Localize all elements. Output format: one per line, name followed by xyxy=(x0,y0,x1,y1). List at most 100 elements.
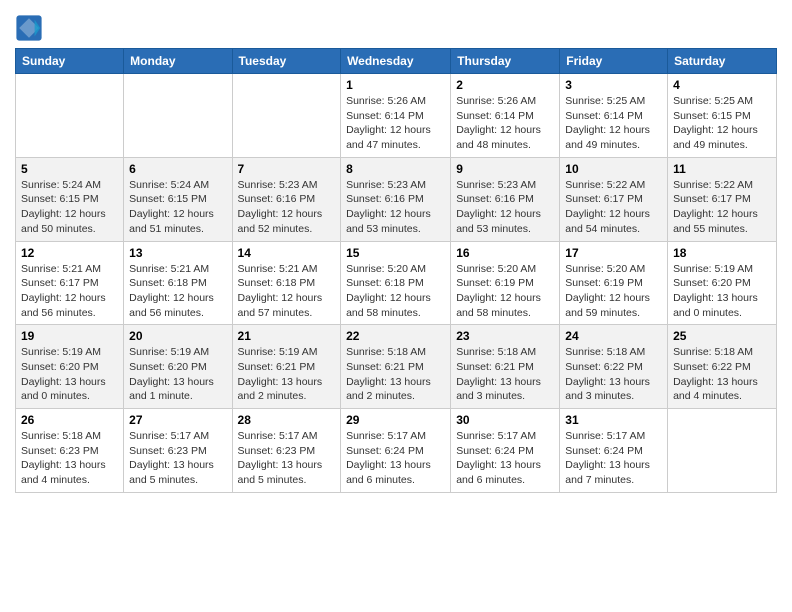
weekday-header: Sunday xyxy=(16,49,124,74)
calendar-cell: 7 Sunrise: 5:23 AM Sunset: 6:16 PM Daylig… xyxy=(232,157,341,241)
day-number: 28 xyxy=(238,413,336,427)
calendar-cell: 27 Sunrise: 5:17 AM Sunset: 6:23 PM Dayli… xyxy=(124,409,232,493)
day-number: 22 xyxy=(346,329,445,343)
calendar-cell: 24 Sunrise: 5:18 AM Sunset: 6:22 PM Dayli… xyxy=(560,325,668,409)
cell-content: Sunrise: 5:22 AM Sunset: 6:17 PM Dayligh… xyxy=(673,178,771,237)
cell-content: Sunrise: 5:18 AM Sunset: 6:22 PM Dayligh… xyxy=(673,345,771,404)
day-number: 30 xyxy=(456,413,554,427)
weekday-header: Saturday xyxy=(668,49,777,74)
calendar-cell: 5 Sunrise: 5:24 AM Sunset: 6:15 PM Daylig… xyxy=(16,157,124,241)
day-number: 1 xyxy=(346,78,445,92)
day-number: 9 xyxy=(456,162,554,176)
calendar-cell: 30 Sunrise: 5:17 AM Sunset: 6:24 PM Dayli… xyxy=(451,409,560,493)
calendar-cell: 22 Sunrise: 5:18 AM Sunset: 6:21 PM Dayli… xyxy=(341,325,451,409)
cell-content: Sunrise: 5:17 AM Sunset: 6:24 PM Dayligh… xyxy=(456,429,554,488)
day-number: 7 xyxy=(238,162,336,176)
calendar-cell: 18 Sunrise: 5:19 AM Sunset: 6:20 PM Dayli… xyxy=(668,241,777,325)
calendar-week-row: 26Sunrise: 5:18 AM Sunset: 6:23 PM Dayli… xyxy=(16,409,777,493)
calendar: SundayMondayTuesdayWednesdayThursdayFrid… xyxy=(15,48,777,493)
calendar-cell: 28Sunrise: 5:17 AM Sunset: 6:23 PM Dayli… xyxy=(232,409,341,493)
day-number: 23 xyxy=(456,329,554,343)
cell-content: Sunrise: 5:19 AM Sunset: 6:20 PM Dayligh… xyxy=(21,345,118,404)
calendar-cell xyxy=(16,74,124,158)
calendar-cell: 10 Sunrise: 5:22 AM Sunset: 6:17 PM Dayli… xyxy=(560,157,668,241)
day-number: 19 xyxy=(21,329,118,343)
cell-content: Sunrise: 5:25 AM Sunset: 6:14 PM Dayligh… xyxy=(565,94,662,153)
calendar-cell: 25 Sunrise: 5:18 AM Sunset: 6:22 PM Dayli… xyxy=(668,325,777,409)
calendar-cell: 6 Sunrise: 5:24 AM Sunset: 6:15 PM Daylig… xyxy=(124,157,232,241)
day-number: 21 xyxy=(238,329,336,343)
cell-content: Sunrise: 5:23 AM Sunset: 6:16 PM Dayligh… xyxy=(238,178,336,237)
cell-content: Sunrise: 5:17 AM Sunset: 6:24 PM Dayligh… xyxy=(346,429,445,488)
calendar-cell xyxy=(668,409,777,493)
logo-icon xyxy=(15,14,43,42)
cell-content: Sunrise: 5:22 AM Sunset: 6:17 PM Dayligh… xyxy=(565,178,662,237)
weekday-header: Friday xyxy=(560,49,668,74)
calendar-cell: 2Sunrise: 5:26 AM Sunset: 6:14 PM Daylig… xyxy=(451,74,560,158)
cell-content: Sunrise: 5:21 AM Sunset: 6:18 PM Dayligh… xyxy=(129,262,226,321)
calendar-cell: 13Sunrise: 5:21 AM Sunset: 6:18 PM Dayli… xyxy=(124,241,232,325)
day-number: 3 xyxy=(565,78,662,92)
day-number: 29 xyxy=(346,413,445,427)
day-number: 16 xyxy=(456,246,554,260)
calendar-cell: 17 Sunrise: 5:20 AM Sunset: 6:19 PM Dayli… xyxy=(560,241,668,325)
cell-content: Sunrise: 5:26 AM Sunset: 6:14 PM Dayligh… xyxy=(346,94,445,153)
calendar-cell: 4 Sunrise: 5:25 AM Sunset: 6:15 PM Daylig… xyxy=(668,74,777,158)
cell-content: Sunrise: 5:24 AM Sunset: 6:15 PM Dayligh… xyxy=(129,178,226,237)
calendar-cell: 8 Sunrise: 5:23 AM Sunset: 6:16 PM Daylig… xyxy=(341,157,451,241)
day-number: 2 xyxy=(456,78,554,92)
day-number: 26 xyxy=(21,413,118,427)
cell-content: Sunrise: 5:20 AM Sunset: 6:19 PM Dayligh… xyxy=(456,262,554,321)
day-number: 6 xyxy=(129,162,226,176)
cell-content: Sunrise: 5:17 AM Sunset: 6:23 PM Dayligh… xyxy=(129,429,226,488)
calendar-cell: 23 Sunrise: 5:18 AM Sunset: 6:21 PM Dayli… xyxy=(451,325,560,409)
calendar-week-row: 5 Sunrise: 5:24 AM Sunset: 6:15 PM Daylig… xyxy=(16,157,777,241)
calendar-cell: 16 Sunrise: 5:20 AM Sunset: 6:19 PM Dayli… xyxy=(451,241,560,325)
cell-content: Sunrise: 5:23 AM Sunset: 6:16 PM Dayligh… xyxy=(456,178,554,237)
day-number: 24 xyxy=(565,329,662,343)
cell-content: Sunrise: 5:18 AM Sunset: 6:21 PM Dayligh… xyxy=(456,345,554,404)
cell-content: Sunrise: 5:24 AM Sunset: 6:15 PM Dayligh… xyxy=(21,178,118,237)
calendar-cell: 3 Sunrise: 5:25 AM Sunset: 6:14 PM Daylig… xyxy=(560,74,668,158)
cell-content: Sunrise: 5:25 AM Sunset: 6:15 PM Dayligh… xyxy=(673,94,771,153)
header xyxy=(15,10,777,42)
cell-content: Sunrise: 5:18 AM Sunset: 6:21 PM Dayligh… xyxy=(346,345,445,404)
calendar-week-row: 19 Sunrise: 5:19 AM Sunset: 6:20 PM Dayli… xyxy=(16,325,777,409)
cell-content: Sunrise: 5:21 AM Sunset: 6:17 PM Dayligh… xyxy=(21,262,118,321)
weekday-header: Thursday xyxy=(451,49,560,74)
cell-content: Sunrise: 5:17 AM Sunset: 6:24 PM Dayligh… xyxy=(565,429,662,488)
day-number: 5 xyxy=(21,162,118,176)
cell-content: Sunrise: 5:23 AM Sunset: 6:16 PM Dayligh… xyxy=(346,178,445,237)
calendar-cell: 12 Sunrise: 5:21 AM Sunset: 6:17 PM Dayli… xyxy=(16,241,124,325)
cell-content: Sunrise: 5:18 AM Sunset: 6:22 PM Dayligh… xyxy=(565,345,662,404)
cell-content: Sunrise: 5:20 AM Sunset: 6:19 PM Dayligh… xyxy=(565,262,662,321)
logo xyxy=(15,14,45,42)
cell-content: Sunrise: 5:19 AM Sunset: 6:21 PM Dayligh… xyxy=(238,345,336,404)
calendar-cell: 9 Sunrise: 5:23 AM Sunset: 6:16 PM Daylig… xyxy=(451,157,560,241)
cell-content: Sunrise: 5:21 AM Sunset: 6:18 PM Dayligh… xyxy=(238,262,336,321)
calendar-cell xyxy=(124,74,232,158)
day-number: 27 xyxy=(129,413,226,427)
day-number: 8 xyxy=(346,162,445,176)
day-number: 18 xyxy=(673,246,771,260)
day-number: 4 xyxy=(673,78,771,92)
cell-content: Sunrise: 5:20 AM Sunset: 6:18 PM Dayligh… xyxy=(346,262,445,321)
calendar-cell: 31Sunrise: 5:17 AM Sunset: 6:24 PM Dayli… xyxy=(560,409,668,493)
cell-content: Sunrise: 5:19 AM Sunset: 6:20 PM Dayligh… xyxy=(673,262,771,321)
calendar-cell: 20Sunrise: 5:19 AM Sunset: 6:20 PM Dayli… xyxy=(124,325,232,409)
calendar-header-row: SundayMondayTuesdayWednesdayThursdayFrid… xyxy=(16,49,777,74)
day-number: 20 xyxy=(129,329,226,343)
day-number: 11 xyxy=(673,162,771,176)
calendar-cell: 19 Sunrise: 5:19 AM Sunset: 6:20 PM Dayli… xyxy=(16,325,124,409)
calendar-week-row: 1 Sunrise: 5:26 AM Sunset: 6:14 PM Daylig… xyxy=(16,74,777,158)
calendar-cell: 15 Sunrise: 5:20 AM Sunset: 6:18 PM Dayli… xyxy=(341,241,451,325)
calendar-cell: 29 Sunrise: 5:17 AM Sunset: 6:24 PM Dayli… xyxy=(341,409,451,493)
day-number: 10 xyxy=(565,162,662,176)
day-number: 25 xyxy=(673,329,771,343)
day-number: 17 xyxy=(565,246,662,260)
day-number: 15 xyxy=(346,246,445,260)
day-number: 12 xyxy=(21,246,118,260)
calendar-cell: 11 Sunrise: 5:22 AM Sunset: 6:17 PM Dayli… xyxy=(668,157,777,241)
calendar-cell: 1 Sunrise: 5:26 AM Sunset: 6:14 PM Daylig… xyxy=(341,74,451,158)
day-number: 14 xyxy=(238,246,336,260)
